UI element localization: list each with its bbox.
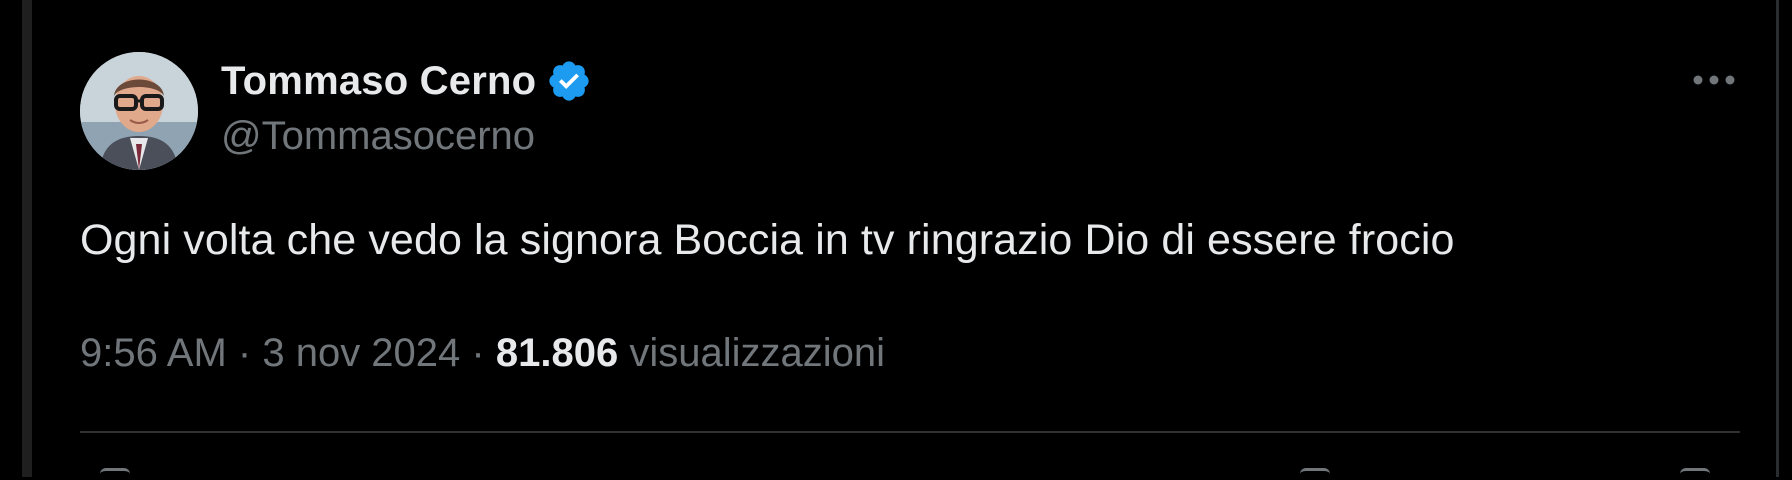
timeline-right-border — [1776, 0, 1779, 477]
views-label: visualizzazioni — [629, 331, 886, 375]
author-display-name[interactable]: Tommaso Cerno — [221, 59, 536, 104]
divider — [80, 431, 1740, 433]
bookmark-icon[interactable] — [1300, 468, 1330, 480]
tweet-screenshot: Tommaso Cerno @Tommasocerno Ogni volta c… — [0, 0, 1792, 477]
avatar[interactable] — [80, 52, 198, 170]
tweet-card[interactable]: Tommaso Cerno @Tommasocerno Ogni volta c… — [80, 0, 1740, 477]
timeline-left-border — [22, 0, 32, 477]
tweet-metadata: 9:56 AM · 3 nov 2024 · 81.806 visualizza… — [80, 331, 885, 376]
name-row: Tommaso Cerno — [221, 56, 592, 106]
tweet-time[interactable]: 9:56 AM — [80, 331, 227, 375]
tweet-date[interactable]: 3 nov 2024 — [262, 331, 460, 375]
views-count: 81.806 — [495, 331, 619, 375]
author-handle[interactable]: @Tommasocerno — [221, 114, 592, 159]
meta-separator: · — [471, 331, 485, 375]
share-icon[interactable] — [1680, 468, 1710, 480]
profile-photo-icon — [80, 52, 198, 170]
more-dots-icon — [1693, 75, 1735, 85]
tweet-text: Ogni volta che vedo la signora Boccia in… — [80, 216, 1455, 264]
verified-badge-icon[interactable] — [546, 58, 592, 104]
reply-icon[interactable] — [100, 468, 130, 480]
tweet-header: Tommaso Cerno @Tommasocerno — [221, 56, 592, 159]
meta-separator: · — [237, 331, 252, 375]
more-options-button[interactable] — [1690, 62, 1738, 98]
